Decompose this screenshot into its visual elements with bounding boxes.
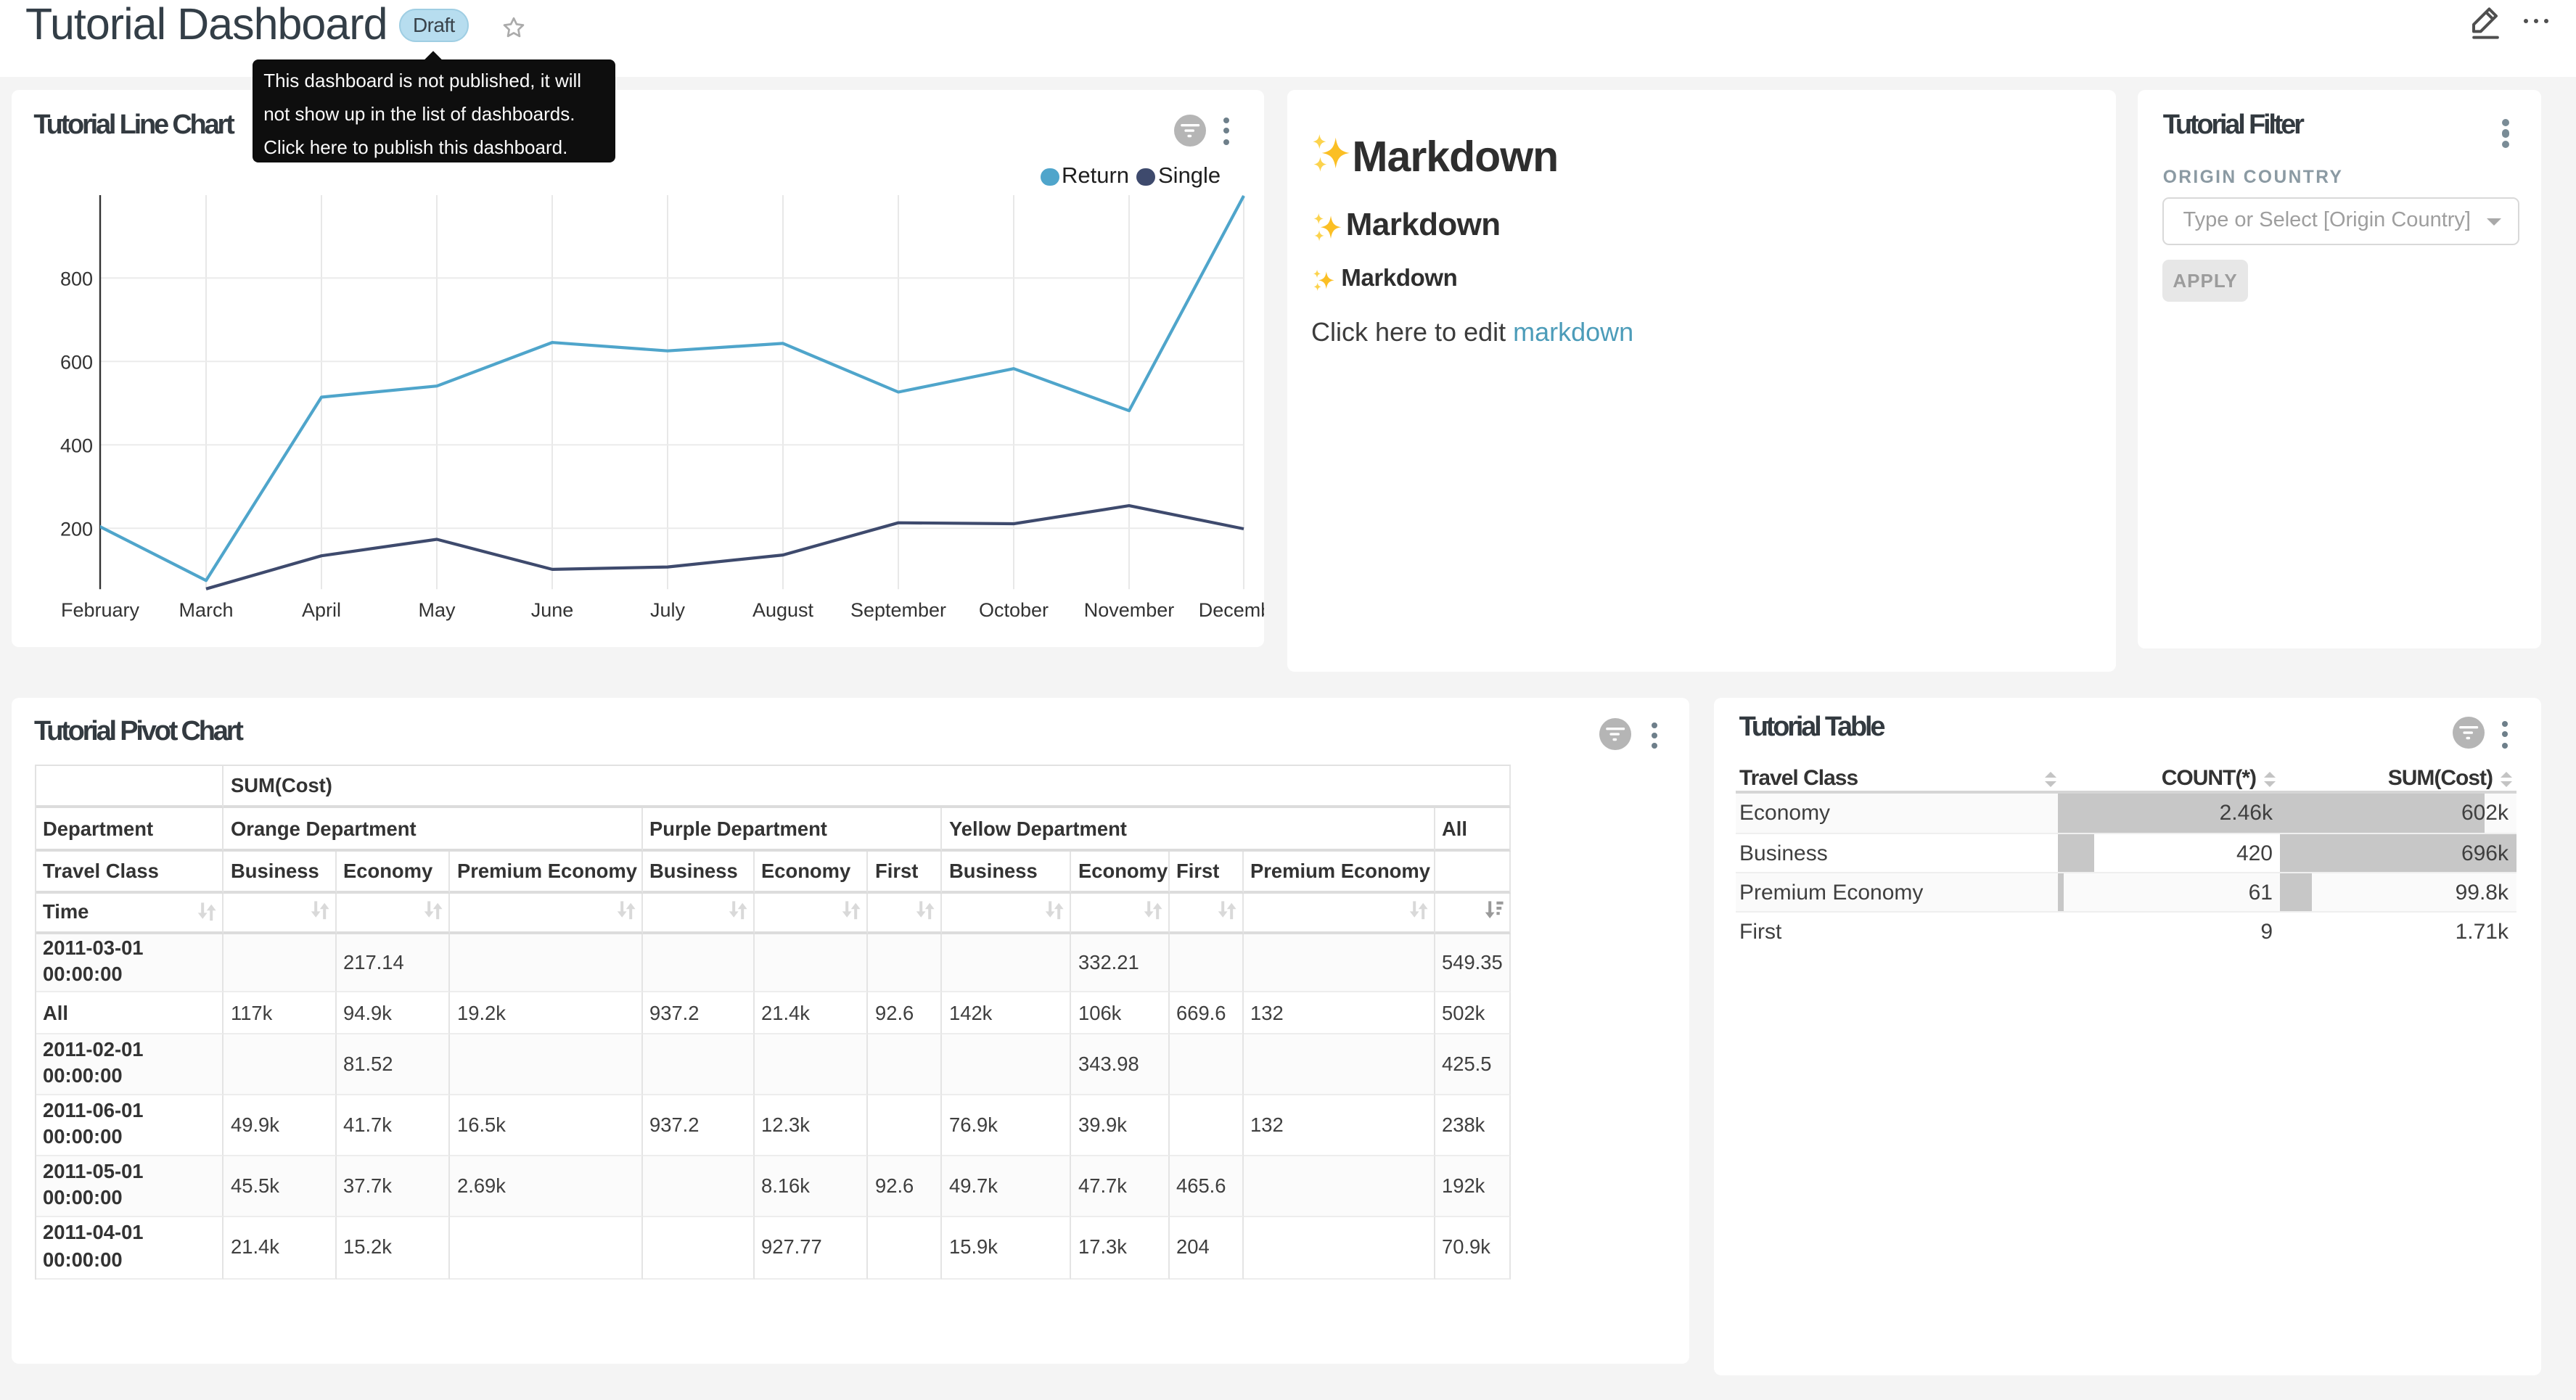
svg-text:December: December [1198, 599, 1263, 621]
svg-text:November: November [1083, 599, 1174, 621]
svg-text:September: September [850, 599, 946, 621]
svg-text:March: March [178, 599, 232, 621]
svg-text:June: June [530, 599, 573, 621]
svg-text:600: 600 [60, 351, 92, 373]
svg-text:August: August [752, 599, 813, 621]
svg-text:400: 400 [60, 435, 92, 456]
svg-text:May: May [417, 599, 455, 621]
svg-text:October: October [978, 599, 1048, 621]
svg-text:200: 200 [60, 518, 92, 540]
svg-text:July: July [649, 599, 685, 621]
svg-text:February: February [60, 599, 139, 621]
svg-text:800: 800 [60, 268, 92, 289]
svg-text:April: April [301, 599, 340, 621]
